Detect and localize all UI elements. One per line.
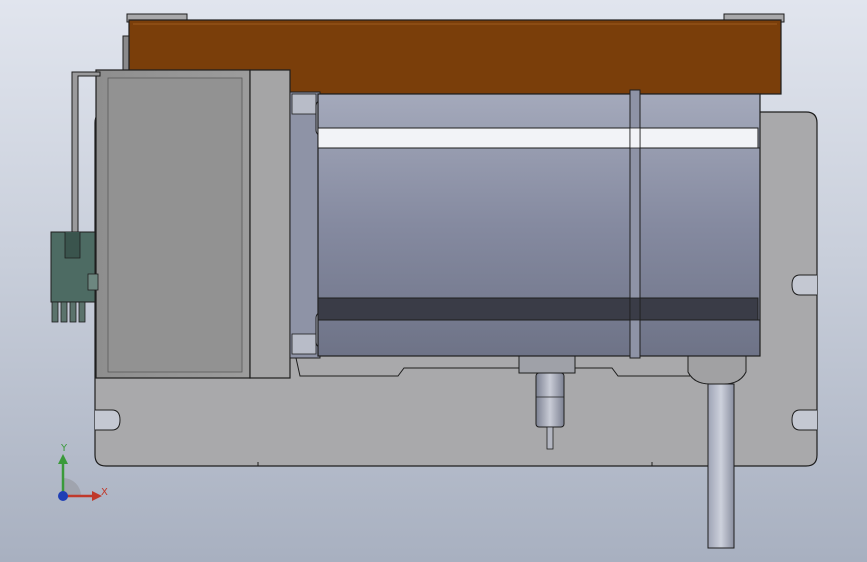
z-axis-dot [58, 491, 68, 501]
terminal-connector[interactable] [50, 71, 101, 323]
x-axis-label: X [101, 487, 108, 498]
stepper-motor-body[interactable] [317, 89, 761, 359]
graphics-viewport[interactable]: Y X [0, 0, 867, 562]
coordinate-triad: Y X [48, 440, 118, 510]
motor-assembly-model[interactable] [0, 0, 867, 562]
y-axis-label: Y [61, 443, 68, 454]
motor-end-cap[interactable] [95, 69, 291, 379]
